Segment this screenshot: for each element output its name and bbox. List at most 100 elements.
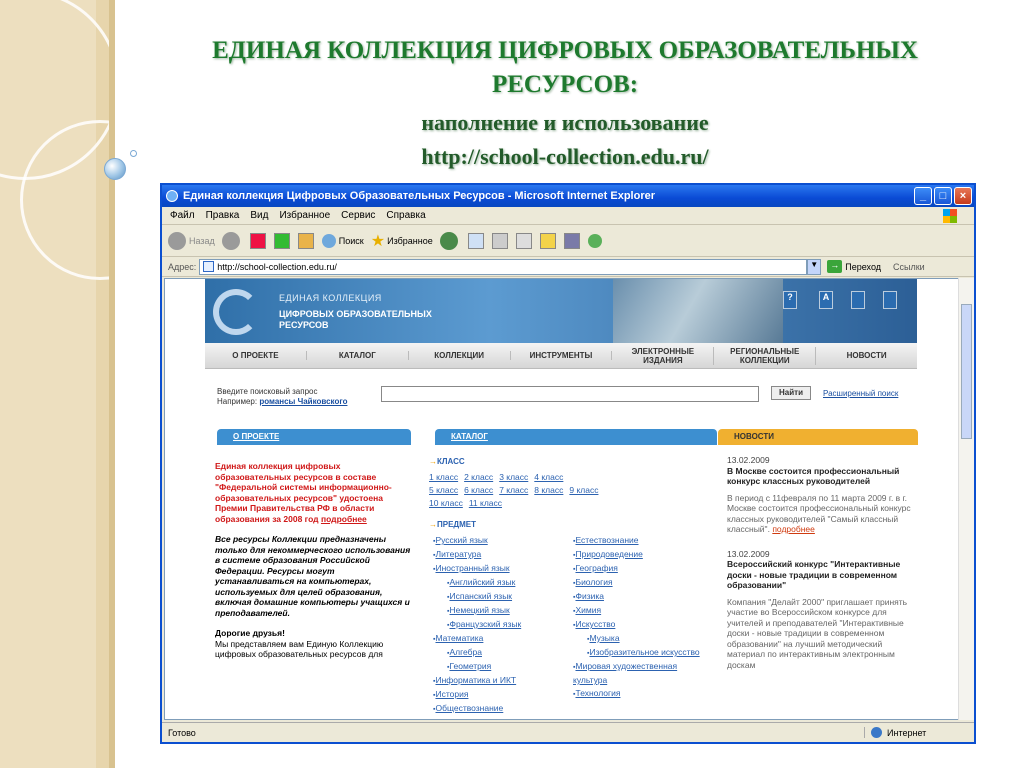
- subject-link[interactable]: Природоведение: [575, 549, 642, 559]
- class-link[interactable]: 4 класс: [534, 472, 563, 482]
- subject-item: Информатика и ИКТ: [429, 674, 569, 688]
- subject-item: Экономика: [429, 716, 569, 719]
- menu-tools[interactable]: Сервис: [341, 210, 375, 221]
- search-button[interactable]: Поиск: [321, 233, 364, 248]
- subject-link[interactable]: Мировая художественная культура: [573, 661, 677, 685]
- favorites-button[interactable]: ★ Избранное: [371, 231, 433, 251]
- class-link[interactable]: 5 класс: [429, 485, 458, 495]
- window-titlebar[interactable]: Единая коллекция Цифровых Образовательны…: [162, 185, 974, 207]
- slide-title-line1: ЕДИНАЯ КОЛЛЕКЦИЯ ЦИФРОВЫХ ОБРАЗОВАТЕЛЬНЫ…: [212, 37, 918, 64]
- close-button[interactable]: ×: [954, 187, 972, 205]
- subject-link[interactable]: Испанский язык: [449, 591, 512, 601]
- subject-link[interactable]: Искусство: [575, 619, 615, 629]
- subject-item: География: [569, 562, 709, 576]
- stats-icon[interactable]: [851, 291, 865, 309]
- subject-link[interactable]: Алгебра: [449, 647, 482, 657]
- class-link[interactable]: 1 класс: [429, 472, 458, 482]
- subject-link[interactable]: Французский язык: [449, 619, 521, 629]
- forward-button[interactable]: [221, 231, 243, 250]
- print-button[interactable]: [491, 232, 509, 249]
- nav-about[interactable]: О ПРОЕКТЕ: [205, 351, 307, 360]
- class-link[interactable]: 7 класс: [499, 485, 528, 495]
- scroll-thumb[interactable]: [961, 304, 972, 439]
- media-button[interactable]: [439, 231, 461, 250]
- subject-link[interactable]: Информатика и ИКТ: [435, 675, 516, 685]
- subject-link[interactable]: Физика: [575, 591, 604, 601]
- minimize-button[interactable]: _: [914, 187, 932, 205]
- news-headline[interactable]: Всероссийский конкурс "Интерактивные дос…: [727, 559, 915, 591]
- nav-tools[interactable]: ИНСТРУМЕНТЫ: [511, 351, 613, 360]
- class-link[interactable]: 11 класс: [469, 498, 502, 508]
- subject-link[interactable]: Технология: [575, 688, 620, 698]
- subject-link[interactable]: Химия: [575, 605, 601, 615]
- media-icon: [439, 231, 458, 250]
- nav-collections[interactable]: КОЛЛЕКЦИИ: [409, 351, 511, 360]
- stop-button[interactable]: [249, 232, 267, 249]
- nav-regional[interactable]: РЕГИОНАЛЬНЫЕ КОЛЛЕКЦИИ: [714, 346, 817, 365]
- subject-link[interactable]: Математика: [435, 633, 483, 643]
- maximize-button[interactable]: □: [934, 187, 952, 205]
- nav-e-editions[interactable]: ЭЛЕКТРОННЫЕ ИЗДАНИЯ: [612, 346, 715, 365]
- subject-link[interactable]: Иностранный язык: [435, 563, 509, 573]
- back-button[interactable]: Назад: [168, 231, 215, 250]
- sitemap-icon[interactable]: [883, 291, 897, 309]
- edit-button[interactable]: [515, 232, 533, 249]
- news-header: НОВОСТИ: [718, 429, 918, 445]
- subject-link[interactable]: Экономика: [449, 717, 492, 719]
- about-header[interactable]: О ПРОЕКТЕ: [217, 429, 411, 445]
- links-label[interactable]: Ссылки: [893, 262, 925, 272]
- subject-link[interactable]: Русский язык: [435, 535, 487, 545]
- subject-link[interactable]: Литература: [435, 549, 481, 559]
- greeting-text: Мы представляем вам Единую Коллекцию циф…: [215, 638, 384, 660]
- subject-link[interactable]: Обществознание: [435, 703, 503, 713]
- messenger-button[interactable]: [587, 233, 605, 248]
- address-dropdown-icon[interactable]: ▼: [807, 258, 822, 275]
- go-button[interactable]: → Переход: [827, 260, 881, 273]
- site-search-input[interactable]: [381, 386, 759, 402]
- subject-link[interactable]: Естествознание: [575, 535, 638, 545]
- banner-photo: [613, 279, 783, 343]
- subject-link[interactable]: Немецкий язык: [449, 605, 509, 615]
- class-link[interactable]: 6 класс: [464, 485, 493, 495]
- site-banner: ЕДИНАЯ КОЛЛЕКЦИЯ ЦИФРОВЫХ ОБРАЗОВАТЕЛЬНЫ…: [205, 279, 917, 343]
- menu-edit[interactable]: Правка: [206, 210, 240, 221]
- subject-link[interactable]: Изобразительное искусство: [589, 647, 699, 657]
- home-button[interactable]: [297, 232, 315, 249]
- news-more-link[interactable]: подробнее: [772, 524, 815, 534]
- class-link[interactable]: 3 класс: [499, 472, 528, 482]
- news-headline[interactable]: В Москве состоится профессиональный конк…: [727, 466, 915, 487]
- subject-link[interactable]: Английский язык: [449, 577, 515, 587]
- font-size-icon[interactable]: A: [819, 291, 833, 309]
- subject-link[interactable]: Биология: [575, 577, 612, 587]
- nav-catalog[interactable]: КАТАЛОГ: [307, 351, 409, 360]
- award-more-link[interactable]: подробнее: [321, 514, 367, 524]
- subject-link[interactable]: Музыка: [589, 633, 619, 643]
- class-link[interactable]: 10 класс: [429, 498, 463, 508]
- menu-file[interactable]: Файл: [170, 210, 195, 221]
- catalog-header[interactable]: КАТАЛОГ: [435, 429, 717, 445]
- subject-link[interactable]: География: [575, 563, 617, 573]
- class-link[interactable]: 8 класс: [534, 485, 563, 495]
- menu-help[interactable]: Справка: [386, 210, 425, 221]
- class-link[interactable]: 2 класс: [464, 472, 493, 482]
- vertical-scrollbar[interactable]: [958, 278, 974, 720]
- menu-view[interactable]: Вид: [250, 210, 268, 221]
- subject-link[interactable]: История: [435, 689, 468, 699]
- help-icon[interactable]: ?: [783, 291, 797, 309]
- mail-button[interactable]: [467, 232, 485, 249]
- site-nav: О ПРОЕКТЕ КАТАЛОГ КОЛЛЕКЦИИ ИНСТРУМЕНТЫ …: [205, 343, 917, 369]
- subject-list: Русский язык Литература Иностранный язык Ан…: [429, 534, 714, 719]
- discuss-button[interactable]: [539, 232, 557, 249]
- address-input[interactable]: http://school-collection.edu.ru/: [199, 258, 808, 275]
- nav-news[interactable]: НОВОСТИ: [816, 351, 917, 360]
- menu-favorites[interactable]: Избранное: [279, 210, 330, 221]
- search-example: Например: романсы Чайковского: [217, 397, 347, 406]
- find-button[interactable]: Найти: [771, 386, 811, 400]
- class-link[interactable]: 9 класс: [569, 485, 598, 495]
- windows-logo-icon: [943, 209, 957, 223]
- refresh-button[interactable]: [273, 232, 291, 249]
- advanced-search-link[interactable]: Расширенный поиск: [823, 389, 898, 398]
- search-example-link[interactable]: романсы Чайковского: [259, 397, 347, 406]
- subject-link[interactable]: Геометрия: [449, 661, 491, 671]
- research-button[interactable]: [563, 232, 581, 249]
